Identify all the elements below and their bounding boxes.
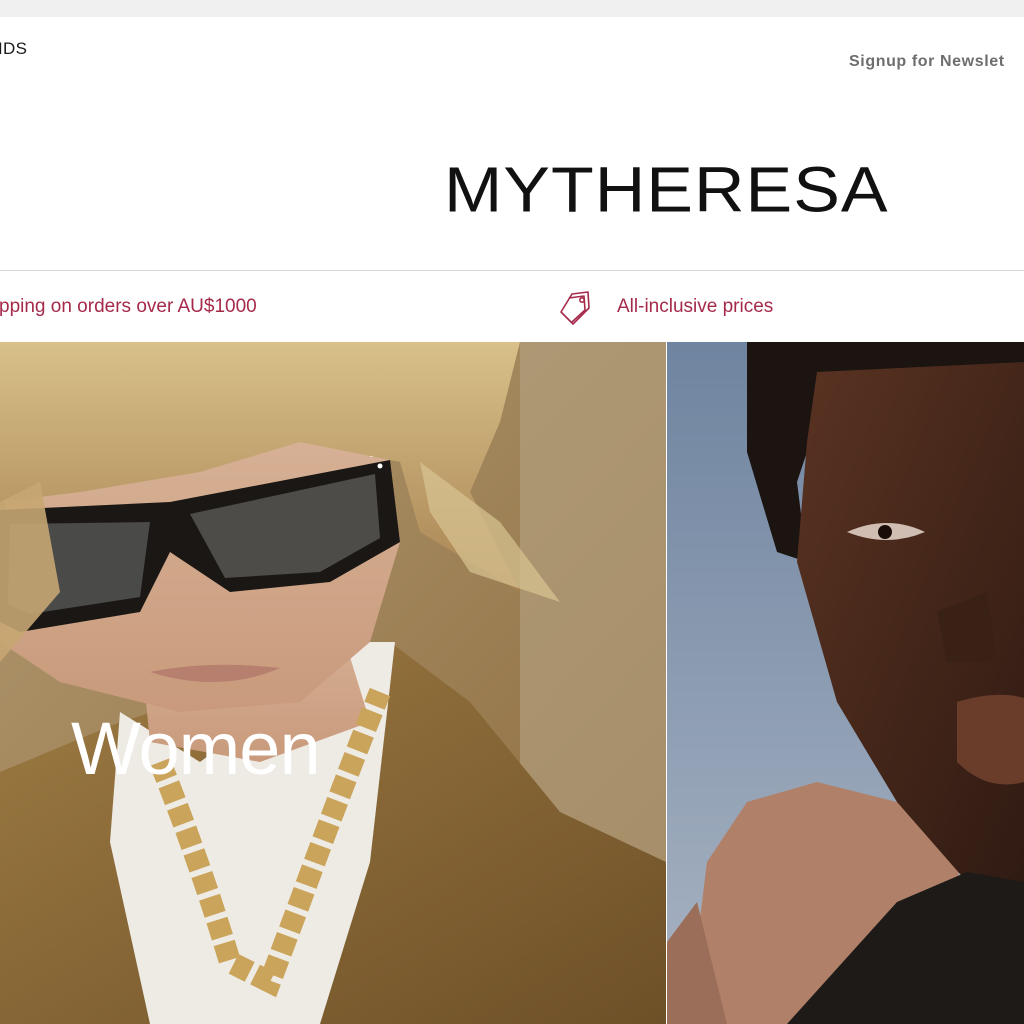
newsletter-signup-link[interactable]: Signup for Newslet bbox=[849, 53, 1005, 71]
price-tag-icon bbox=[558, 289, 592, 327]
usp-bar: pping on orders over AU$1000 All-inclusi… bbox=[0, 271, 1024, 342]
site-header: IDS Signup for Newslet MYTHERESA bbox=[0, 17, 1024, 271]
brand-logo[interactable]: MYTHERESA bbox=[444, 157, 890, 221]
hero-women-tile[interactable]: Women bbox=[0, 342, 666, 1024]
browser-top-strip bbox=[0, 0, 1024, 17]
hero-women-label: Women bbox=[71, 707, 321, 790]
woman-with-sunglasses-photo bbox=[0, 342, 666, 1024]
usp-prices-text: All-inclusive prices bbox=[617, 296, 774, 317]
man-portrait-photo bbox=[667, 342, 1024, 1024]
nav-link-kids[interactable]: IDS bbox=[0, 39, 27, 59]
hero-men-tile[interactable] bbox=[667, 342, 1024, 1024]
usp-shipping-text: pping on orders over AU$1000 bbox=[0, 296, 257, 317]
